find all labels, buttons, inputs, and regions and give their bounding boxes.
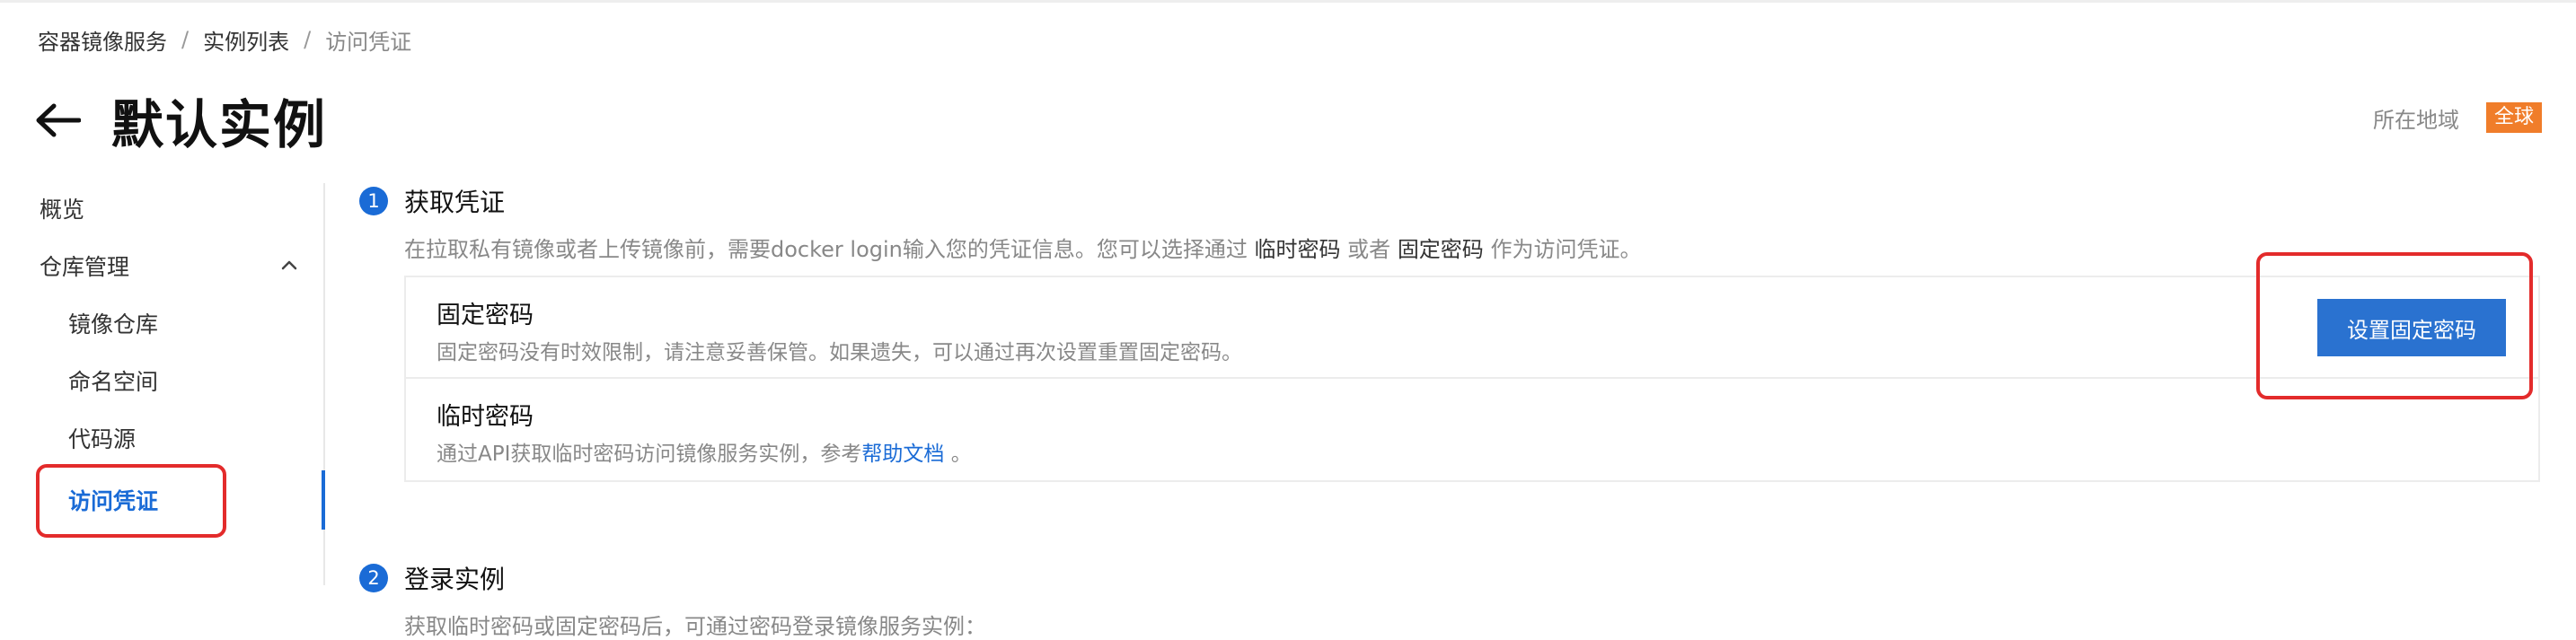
page-header: 默认实例 [32, 83, 327, 158]
step-number-badge: 2 [359, 564, 388, 592]
sidebar-item-label: 概览 [40, 197, 85, 223]
set-fixed-password-button[interactable]: 设置固定密码 [2317, 299, 2506, 356]
step-2-header: 2 登录实例 [359, 560, 505, 596]
fixed-password-title: 固定密码 [437, 302, 534, 329]
temp-password-title: 临时密码 [437, 403, 534, 431]
step-2-description: 获取临时密码或固定密码后，可通过密码登录镜像服务实例： [404, 614, 986, 639]
sidebar-active-indicator [322, 470, 325, 530]
step-1-header: 1 获取凭证 [359, 183, 505, 219]
sidebar-item-namespaces[interactable]: 命名空间 [0, 355, 325, 406]
step-1-description: 在拉取私有镜像或者上传镜像前，需要docker login输入您的凭证信息。您可… [404, 232, 1641, 263]
sidebar-item-code-source[interactable]: 代码源 [0, 413, 325, 463]
breadcrumb-item-current: 访问凭证 [325, 29, 412, 55]
help-doc-link[interactable]: 帮助文档 [861, 443, 944, 466]
desc-text: 作为访问凭证。 [1490, 237, 1642, 262]
breadcrumb-separator: / [304, 27, 312, 52]
temp-password-description: 通过API获取临时密码访问镜像服务实例，参考帮助文档 。 [437, 436, 972, 467]
breadcrumb-separator: / [181, 27, 190, 52]
sidebar-item-overview[interactable]: 概览 [0, 183, 325, 233]
page-title: 默认实例 [111, 94, 328, 155]
fixed-password-row: 固定密码 固定密码没有时效限制，请注意妥善保管。如果遗失，可以通过再次设置重置固… [406, 277, 2538, 379]
breadcrumb: 容器镜像服务 / 实例列表 / 访问凭证 [38, 23, 411, 56]
breadcrumb-item-instance-list[interactable]: 实例列表 [203, 24, 289, 56]
chevron-up-icon [278, 255, 300, 276]
breadcrumb-item-service[interactable]: 容器镜像服务 [38, 24, 167, 56]
region-label: 所在地域 [2372, 107, 2459, 133]
sidebar-item-label: 命名空间 [68, 369, 159, 395]
region-info: 所在地域 全球 [2373, 101, 2542, 135]
sidebar: 概览 仓库管理 镜像仓库 命名空间 代码源 访问凭证 [0, 183, 325, 585]
sidebar-item-access-credentials[interactable]: 访问凭证 [0, 475, 325, 525]
sidebar-item-label: 仓库管理 [40, 254, 130, 280]
sidebar-item-label: 访问凭证 [68, 488, 159, 514]
sidebar-group-repo-management[interactable]: 仓库管理 [0, 241, 325, 291]
top-border [0, 0, 2576, 3]
step-title: 登录实例 [404, 565, 506, 594]
desc-fixed-password: 固定密码 [1397, 237, 1484, 262]
credentials-panel: 固定密码 固定密码没有时效限制，请注意妥善保管。如果遗失，可以通过再次设置重置固… [404, 276, 2540, 482]
desc-text: 。 [950, 443, 972, 466]
desc-text: 在拉取私有镜像或者上传镜像前，需要docker login输入您的凭证信息。您可… [404, 237, 1248, 262]
sidebar-item-label: 代码源 [68, 426, 137, 452]
sidebar-item-label: 镜像仓库 [68, 311, 159, 338]
step-title: 获取凭证 [404, 188, 506, 217]
region-badge: 全球 [2485, 102, 2542, 133]
sidebar-item-image-repos[interactable]: 镜像仓库 [0, 298, 325, 348]
desc-temp-password: 临时密码 [1254, 237, 1341, 262]
desc-text: 通过API获取临时密码访问镜像服务实例，参考 [437, 443, 862, 466]
desc-text: 或者 [1347, 237, 1391, 262]
step-number-badge: 1 [359, 187, 388, 215]
back-arrow-icon[interactable] [32, 99, 83, 142]
fixed-password-description: 固定密码没有时效限制，请注意妥善保管。如果遗失，可以通过再次设置重置固定密码。 [437, 341, 1242, 364]
temp-password-row: 临时密码 通过API获取临时密码访问镜像服务实例，参考帮助文档 。 [406, 379, 2538, 480]
